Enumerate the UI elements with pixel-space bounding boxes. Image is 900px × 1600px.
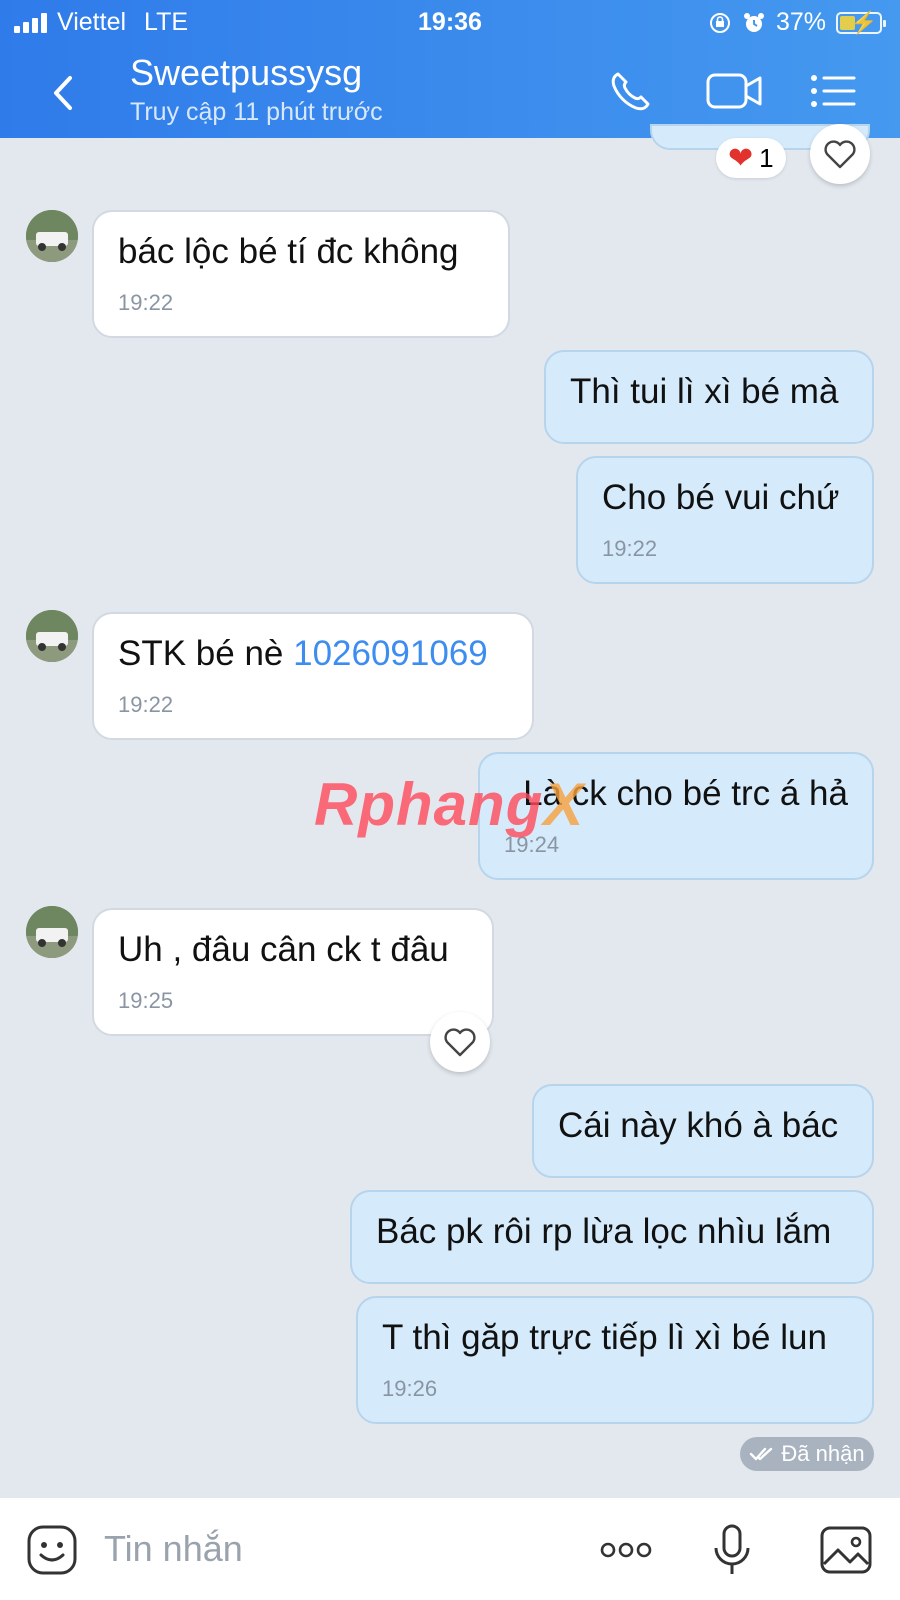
message-list[interactable]: ❤ 1 bác lộc bé tí đc không 19:22 Thì tui… [0, 124, 900, 1498]
back-arrow-icon[interactable] [44, 68, 84, 118]
watermark-accent: X [543, 771, 585, 838]
message-composer: Tin nhắn [0, 1498, 900, 1600]
avatar[interactable] [26, 210, 78, 262]
status-bar: Viettel LTE 19:36 37% ⚡ [0, 6, 900, 40]
reaction-count[interactable]: ❤ 1 [716, 138, 786, 178]
message-bubble-outgoing[interactable]: Bác pk rôi rp lừa lọc nhìu lắm [350, 1190, 874, 1284]
message-bubble-incoming[interactable]: STK bé nè 1026091069 19:22 [92, 612, 534, 740]
message-bubble-outgoing[interactable]: Thì tui lì xì bé mà [544, 350, 874, 444]
message-bubble-incoming[interactable]: Uh , đâu cân ck t đâu 19:25 [92, 908, 494, 1036]
message-text-prefix: STK bé nè [118, 634, 294, 673]
message-text: Cái này khó à bác [558, 1106, 839, 1145]
message-time: 19:26 [382, 1376, 438, 1401]
message-time: 19:22 [602, 536, 658, 561]
avatar-image [26, 906, 78, 958]
avatar-image [26, 610, 78, 662]
rotation-lock-icon [709, 12, 730, 33]
last-seen: Truy cập 11 phút trước [130, 98, 383, 126]
message-bubble-outgoing[interactable]: Cho bé vui chứ 19:22 [576, 456, 874, 584]
message-bubble-incoming[interactable]: bác lộc bé tí đc không 19:22 [92, 210, 510, 338]
message-input[interactable]: Tin nhắn [104, 1528, 243, 1570]
heart-outline-icon [444, 1028, 476, 1057]
delivery-status-text: Đã nhận [781, 1441, 865, 1466]
heart-filled-icon: ❤ [728, 141, 754, 175]
menu-icon[interactable] [808, 66, 868, 116]
phone-icon[interactable] [604, 66, 664, 116]
message-text: Bác pk rôi rp lừa lọc nhìu lắm [376, 1212, 832, 1251]
more-options-icon[interactable] [596, 1520, 656, 1580]
avatar[interactable] [26, 906, 78, 958]
contact-name[interactable]: Sweetpussysg [130, 52, 362, 94]
delivery-status-badge: Đã nhận [740, 1437, 874, 1471]
message-time: 19:25 [118, 988, 174, 1013]
message-time: 19:22 [118, 290, 174, 315]
account-number-link[interactable]: 1026091069 [293, 634, 488, 673]
react-button[interactable] [810, 124, 870, 184]
alarm-icon [743, 12, 764, 32]
message-text: STK bé nè 1026091069 [118, 634, 508, 674]
message-text: Cho bé vui chứ [602, 478, 840, 517]
message-text: T thì găp trực tiếp lì xì bé lun [382, 1318, 827, 1357]
watermark-logo: RphangX [314, 770, 584, 839]
avatar-image [26, 210, 78, 262]
emoji-icon[interactable] [22, 1520, 82, 1580]
avatar[interactable] [26, 610, 78, 662]
message-bubble-outgoing[interactable]: T thì găp trực tiếp lì xì bé lun 19:26 [356, 1296, 874, 1424]
message-bubble-outgoing[interactable]: Cái này khó à bác [532, 1084, 874, 1178]
battery-icon: ⚡ [836, 10, 886, 35]
double-check-icon [750, 1447, 773, 1461]
message-text: bác lộc bé tí đc không [118, 232, 459, 271]
image-gallery-icon[interactable] [816, 1520, 876, 1580]
heart-outline-icon [824, 140, 856, 169]
message-text: Thì tui lì xì bé mà [570, 372, 839, 411]
reaction-count-value: 1 [759, 142, 774, 173]
watermark-main: Rphang [314, 771, 544, 838]
microphone-icon[interactable] [702, 1520, 762, 1580]
battery-percent: 37% [775, 8, 826, 36]
chat-header: Viettel LTE 19:36 37% ⚡ Sweetpussysg Tru… [0, 0, 900, 138]
message-time: 19:22 [118, 692, 174, 717]
message-text: Uh , đâu cân ck t đâu [118, 930, 449, 969]
react-button[interactable] [430, 1012, 490, 1072]
video-call-icon[interactable] [704, 66, 764, 116]
